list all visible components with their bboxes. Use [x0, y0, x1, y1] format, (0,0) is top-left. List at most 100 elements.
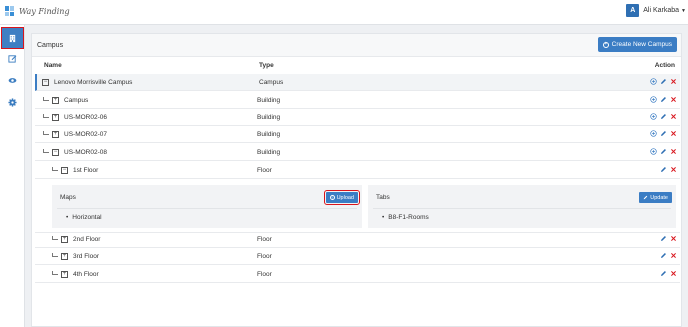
collapse-toggle-icon[interactable]: − — [61, 167, 68, 174]
delete-button[interactable] — [670, 130, 677, 137]
avatar: A — [626, 4, 640, 17]
tabs-title: Tabs — [376, 194, 390, 201]
close-icon — [671, 149, 676, 154]
update-tabs-button[interactable]: Update — [639, 192, 672, 203]
app-title: Way Finding — [19, 6, 70, 16]
row-actions — [657, 166, 677, 173]
edit-button[interactable] — [660, 130, 667, 137]
pencil-icon — [661, 149, 666, 154]
delete-button[interactable] — [670, 148, 677, 155]
divider — [373, 208, 671, 209]
sidebar-item-settings[interactable] — [2, 92, 23, 112]
row-type: Building — [257, 131, 281, 138]
table-row[interactable]: + 2nd Floor Floor — [35, 231, 680, 248]
close-icon — [671, 79, 676, 84]
column-header-type[interactable]: Type — [259, 62, 274, 69]
add-child-button[interactable] — [650, 96, 657, 103]
column-header-name[interactable]: Name — [44, 62, 62, 69]
delete-button[interactable] — [670, 252, 677, 259]
collapse-toggle-icon[interactable]: − — [52, 149, 59, 156]
row-actions — [647, 148, 677, 155]
row-name: US-MOR02-06 — [64, 114, 107, 121]
edit-button[interactable] — [660, 252, 667, 259]
table-row[interactable]: + Campus Building — [35, 92, 680, 109]
add-child-button[interactable] — [650, 78, 657, 85]
table-row[interactable]: + 4th Floor Floor — [35, 266, 680, 283]
row-name: US-MOR02-07 — [64, 131, 107, 138]
building-icon — [9, 34, 16, 42]
tree-connector — [43, 149, 49, 153]
edit-button[interactable] — [660, 270, 667, 277]
edit-icon — [8, 54, 17, 63]
edit-button[interactable] — [660, 148, 667, 155]
maps-section: Maps ↑ Upload Horizontal — [52, 185, 362, 228]
table-row[interactable]: + US-MOR02-06 Building — [35, 109, 680, 126]
tree-connector — [43, 114, 49, 118]
pencil-icon — [661, 253, 666, 258]
panel-header: Campus + Create New Campus — [32, 34, 681, 57]
expand-toggle-icon[interactable]: + — [61, 271, 68, 278]
plus-circle-icon — [650, 96, 657, 103]
row-type: Floor — [257, 271, 272, 278]
table-row[interactable]: + 3rd Floor Floor — [35, 248, 680, 265]
delete-button[interactable] — [670, 270, 677, 277]
tree-connector — [43, 97, 49, 101]
row-name: Lenovo Morrisville Campus — [54, 79, 133, 86]
create-new-campus-label: Create New Campus — [611, 41, 672, 48]
expand-toggle-icon[interactable]: + — [52, 114, 59, 121]
sidebar-item-edit[interactable] — [2, 48, 23, 68]
row-name: 1st Floor — [73, 167, 99, 174]
sidebar-item-campus[interactable] — [1, 27, 24, 49]
top-bar: Way Finding A Ali Karkaba ▼ — [0, 0, 688, 25]
expand-toggle-icon[interactable]: + — [52, 131, 59, 138]
maps-title: Maps — [60, 194, 76, 201]
delete-button[interactable] — [670, 235, 677, 242]
upload-map-button[interactable]: ↑ Upload — [323, 190, 361, 205]
edit-button[interactable] — [660, 113, 667, 120]
add-child-button[interactable] — [650, 148, 657, 155]
edit-button[interactable] — [660, 78, 667, 85]
edit-button[interactable] — [660, 235, 667, 242]
plus-circle-icon — [650, 78, 657, 85]
add-child-button[interactable] — [650, 130, 657, 137]
edit-button[interactable] — [660, 96, 667, 103]
pencil-icon — [661, 167, 666, 172]
expand-toggle-icon[interactable]: + — [61, 253, 68, 260]
delete-button[interactable] — [670, 113, 677, 120]
pencil-icon — [661, 79, 666, 84]
row-actions — [657, 235, 677, 242]
table-row[interactable]: − 1st Floor Floor — [35, 162, 680, 179]
close-icon — [671, 97, 676, 102]
row-actions — [647, 78, 677, 85]
sidebar-item-view[interactable] — [2, 70, 23, 90]
pencil-icon — [661, 114, 666, 119]
collapse-toggle-icon[interactable]: − — [42, 79, 49, 86]
row-name-cell: + US-MOR02-07 — [43, 131, 107, 138]
delete-button[interactable] — [670, 166, 677, 173]
add-child-button[interactable] — [650, 113, 657, 120]
close-icon — [671, 114, 676, 119]
plus-circle-icon: + — [602, 41, 609, 48]
tabs-section: Tabs Update B8-F1-Rooms — [368, 185, 676, 228]
row-name: 3rd Floor — [73, 253, 100, 260]
table-row[interactable]: − US-MOR02-08 Building — [35, 144, 680, 161]
gear-icon — [8, 97, 17, 107]
delete-button[interactable] — [670, 96, 677, 103]
close-icon — [671, 253, 676, 258]
expand-toggle-icon[interactable]: + — [52, 97, 59, 104]
update-label: Update — [650, 194, 668, 201]
pencil-icon — [661, 271, 666, 276]
table-row[interactable]: + US-MOR02-07 Building — [35, 126, 680, 143]
delete-button[interactable] — [670, 78, 677, 85]
upload-icon: ↑ — [329, 194, 335, 200]
app-logo[interactable]: Way Finding — [5, 6, 70, 16]
pencil-icon — [661, 236, 666, 241]
divider — [57, 208, 357, 209]
row-actions — [647, 130, 677, 137]
table-row[interactable]: − Lenovo Morrisville Campus Campus — [35, 74, 680, 91]
close-icon — [671, 131, 676, 136]
user-menu[interactable]: A Ali Karkaba ▼ — [626, 4, 686, 17]
edit-button[interactable] — [660, 166, 667, 173]
create-new-campus-button[interactable]: + Create New Campus — [597, 37, 677, 52]
expand-toggle-icon[interactable]: + — [61, 236, 68, 243]
